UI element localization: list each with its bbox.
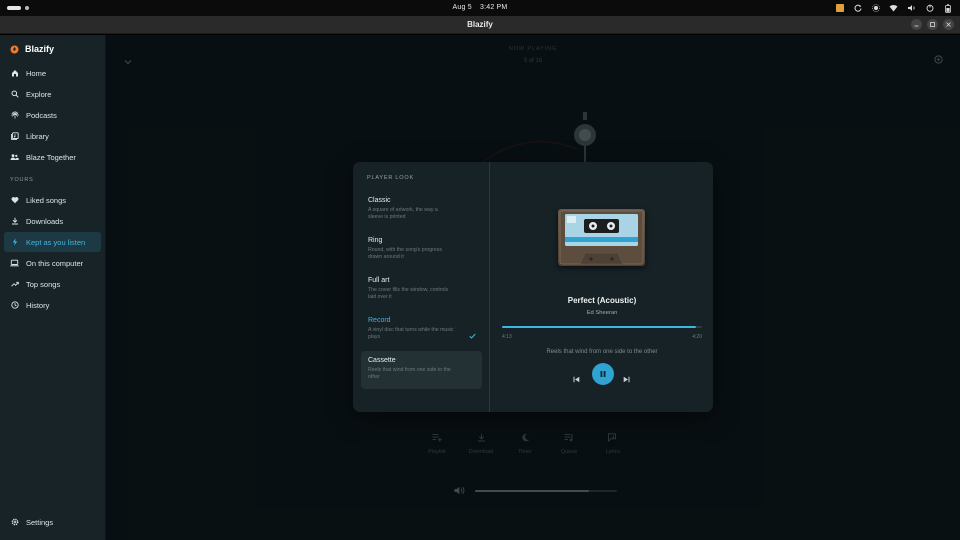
option-description: A vinyl disc that turns while the music … xyxy=(368,327,454,340)
option-description: Round, with the song's progress drawn ar… xyxy=(368,247,442,260)
window-title: Blazify xyxy=(467,20,493,29)
player-look-heading: PLAYER LOOK xyxy=(367,175,414,181)
next-track-button[interactable] xyxy=(623,370,630,388)
sidebar-item-label: Liked songs xyxy=(26,195,67,205)
progress-bar[interactable] xyxy=(502,326,702,328)
look-option-record[interactable]: Record A vinyl disc that turns while the… xyxy=(361,311,482,349)
trending-icon xyxy=(10,280,19,289)
sidebar-item-label: Top songs xyxy=(26,279,61,289)
minimize-button[interactable] xyxy=(911,19,922,30)
sidebar-item-label: Library xyxy=(26,131,49,141)
option-title: Ring xyxy=(368,237,383,244)
song-title: Perfect (Acoustic) xyxy=(567,296,637,305)
playback-controls xyxy=(573,363,633,385)
option-title: Full art xyxy=(368,277,390,284)
window-title-bar: Blazify xyxy=(0,16,960,34)
sync-icon[interactable] xyxy=(853,4,862,13)
option-description: A square of artwork, the way a sleeve is… xyxy=(368,207,438,220)
section-label-yours: YOURS xyxy=(10,177,34,183)
preview-caption: Reels that wind from one side to the oth… xyxy=(546,349,658,355)
pause-button[interactable] xyxy=(592,363,614,385)
brand[interactable]: Blazify xyxy=(10,44,54,54)
volume-tray-icon[interactable] xyxy=(907,4,916,13)
maximize-button[interactable] xyxy=(927,19,938,30)
window-controls xyxy=(911,19,954,30)
checkmark-icon xyxy=(469,326,476,344)
bolt-icon xyxy=(10,238,19,247)
laptop-icon xyxy=(10,259,19,268)
system-clock[interactable]: Aug 5 3:42 PM xyxy=(0,4,960,11)
option-description: Reels that wind from one side to the oth… xyxy=(368,367,451,380)
history-icon xyxy=(10,301,19,310)
podcast-icon xyxy=(10,111,19,120)
sidebar-item-liked-songs[interactable]: Liked songs xyxy=(4,190,101,210)
sidebar-item-home[interactable]: Home xyxy=(4,63,101,83)
sidebar-item-kept-as-you-listen[interactable]: Kept as you listen xyxy=(4,232,101,252)
sidebar-item-top-songs[interactable]: Top songs xyxy=(4,274,101,294)
player-look-options: PLAYER LOOK Classic A square of artwork,… xyxy=(353,162,490,412)
sidebar-item-label: Downloads xyxy=(26,216,64,226)
close-button[interactable] xyxy=(943,19,954,30)
look-option-full-art[interactable]: Full art The cover fills the window, con… xyxy=(361,271,482,309)
sidebar-item-label: Kept as you listen xyxy=(26,237,86,247)
sidebar-item-blaze-together[interactable]: Blaze Together xyxy=(4,147,101,167)
battery-icon[interactable] xyxy=(943,3,952,13)
sidebar-item-label: Explore xyxy=(26,89,52,99)
pause-icon xyxy=(599,365,607,383)
sidebar-item-label: Settings xyxy=(26,517,54,527)
sidebar-item-settings[interactable]: Settings xyxy=(4,512,101,532)
look-option-cassette[interactable]: Cassette Reels that wind from one side t… xyxy=(361,351,482,389)
song-artist: Ed Sheeran xyxy=(586,310,618,316)
sidebar-item-history[interactable]: History xyxy=(4,295,101,315)
brightness-icon[interactable] xyxy=(871,4,880,13)
system-top-bar: Aug 5 3:42 PM xyxy=(0,0,960,16)
brand-name: Blazify xyxy=(25,44,55,54)
system-tray xyxy=(835,3,952,13)
sidebar-item-explore[interactable]: Explore xyxy=(4,84,101,104)
previous-track-button[interactable] xyxy=(573,370,580,388)
cassette-artwork xyxy=(558,209,645,266)
wifi-icon[interactable] xyxy=(889,4,898,13)
download-icon xyxy=(10,217,19,226)
app-tray-icon[interactable] xyxy=(835,4,844,13)
look-option-classic[interactable]: Classic A square of artwork, the way a s… xyxy=(361,191,482,229)
sidebar-item-library[interactable]: Library xyxy=(4,126,101,146)
group-icon xyxy=(10,153,19,162)
sidebar-item-label: Podcasts xyxy=(26,110,57,120)
power-icon[interactable] xyxy=(925,4,934,13)
home-icon xyxy=(10,69,19,78)
sidebar-item-label: Blaze Together xyxy=(26,152,76,162)
player-look-preview: Perfect (Acoustic) Ed Sheeran 4:13 4:20 … xyxy=(491,162,713,412)
sidebar-item-on-this-computer[interactable]: On this computer xyxy=(4,253,101,273)
flame-logo-icon xyxy=(10,45,19,54)
sidebar-item-downloads[interactable]: Downloads xyxy=(4,211,101,231)
library-icon xyxy=(10,132,19,141)
sidebar-item-label: Home xyxy=(26,68,47,78)
elapsed-time: 4:13 xyxy=(502,334,512,340)
sidebar-item-label: On this computer xyxy=(26,258,84,268)
sidebar: Blazify Home Explore Podcasts Library Bl… xyxy=(0,35,106,540)
look-option-ring[interactable]: Ring Round, with the song's progress dra… xyxy=(361,231,482,269)
sidebar-item-podcasts[interactable]: Podcasts xyxy=(4,105,101,125)
system-time: 3:42 PM xyxy=(479,4,508,11)
search-icon xyxy=(10,90,19,99)
heart-icon xyxy=(10,196,19,205)
sidebar-item-label: History xyxy=(26,300,50,310)
option-description: The cover fills the window, controls lai… xyxy=(368,287,449,300)
player-look-dialog: PLAYER LOOK Classic A square of artwork,… xyxy=(353,162,713,412)
system-date: Aug 5 xyxy=(452,4,472,11)
option-title: Record xyxy=(368,317,391,324)
progress-bar-fill xyxy=(502,326,696,328)
option-title: Classic xyxy=(368,197,391,204)
option-title: Cassette xyxy=(368,357,396,364)
total-time: 4:20 xyxy=(692,334,702,340)
gear-icon xyxy=(10,518,19,527)
